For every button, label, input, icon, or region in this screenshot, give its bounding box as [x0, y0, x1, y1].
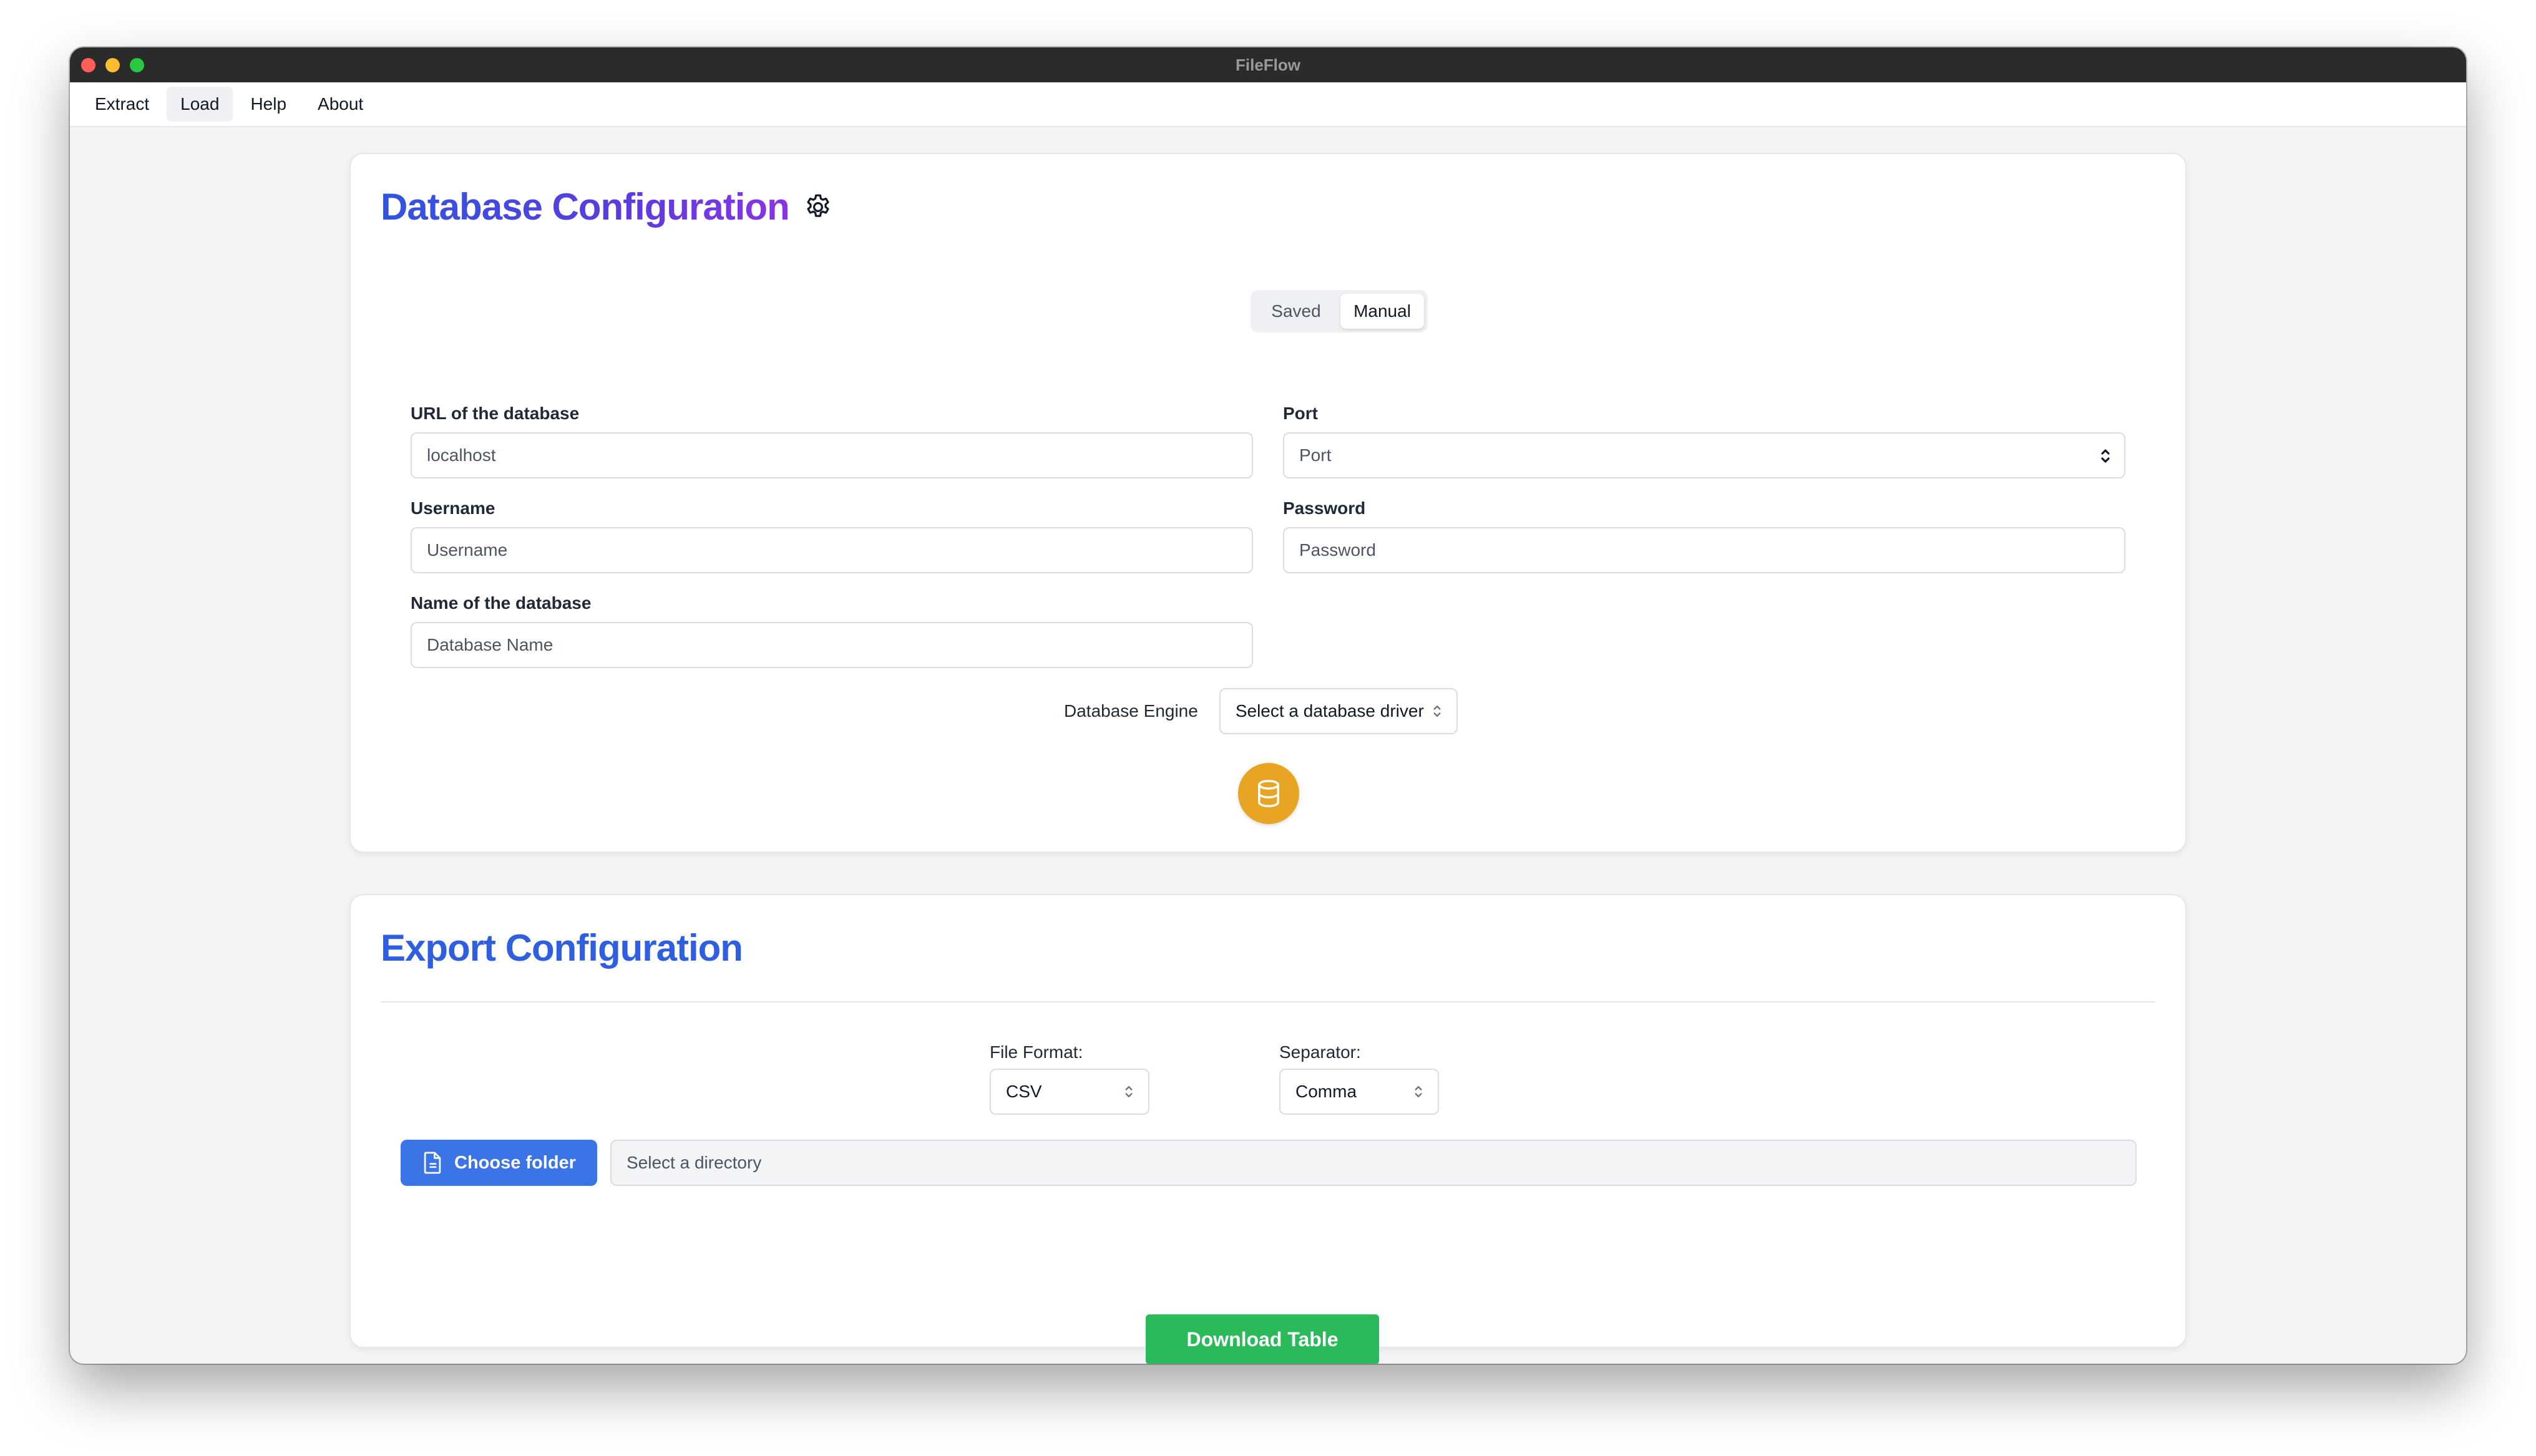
- number-spinner-icon[interactable]: [2100, 446, 2110, 466]
- file-format-select[interactable]: CSV: [990, 1069, 1149, 1115]
- download-table-button[interactable]: Download Table: [1146, 1314, 1379, 1364]
- file-format-value: CSV: [1006, 1082, 1042, 1101]
- choose-folder-label: Choose folder: [454, 1152, 576, 1173]
- url-label: URL of the database: [411, 404, 580, 423]
- export-config-header: Export Configuration: [381, 926, 743, 969]
- dbname-field-group: Name of the database Database Name: [411, 593, 1253, 668]
- window-title: FileFlow: [1236, 55, 1300, 74]
- separator-select[interactable]: Comma: [1279, 1069, 1439, 1115]
- close-window-button[interactable]: [81, 58, 95, 72]
- toggle-manual[interactable]: Manual: [1340, 294, 1424, 329]
- menu-item-load[interactable]: Load: [167, 87, 233, 122]
- dbname-input[interactable]: Database Name: [411, 622, 1253, 668]
- database-icon: [1258, 780, 1279, 807]
- url-input[interactable]: localhost: [411, 432, 1253, 478]
- choose-folder-button[interactable]: Choose folder: [401, 1140, 597, 1186]
- traffic-lights: [81, 58, 144, 72]
- database-config-title: Database Configuration: [381, 186, 790, 228]
- database-configuration-card: Database Configuration Saved Manual URL …: [349, 153, 2187, 853]
- username-field-group: Username Username: [411, 498, 1253, 573]
- connect-database-button[interactable]: [1238, 763, 1299, 824]
- password-input[interactable]: Password: [1283, 527, 2125, 573]
- menu-item-about[interactable]: About: [304, 87, 377, 122]
- file-format-label: File Format:: [990, 1042, 1083, 1062]
- chevron-updown-icon: [1415, 1086, 1422, 1097]
- menu-item-help[interactable]: Help: [237, 87, 300, 122]
- directory-input[interactable]: Select a directory: [610, 1140, 2137, 1186]
- file-format-group: File Format: CSV: [990, 1042, 1149, 1115]
- separator-value: Comma: [1295, 1082, 1357, 1101]
- export-config-title: Export Configuration: [381, 927, 743, 969]
- chevron-updown-icon: [1433, 706, 1441, 717]
- port-field-group: Port Port: [1283, 404, 2125, 478]
- port-input[interactable]: Port: [1283, 432, 2125, 478]
- zoom-window-button[interactable]: [130, 58, 144, 72]
- menu-item-extract[interactable]: Extract: [81, 87, 163, 122]
- password-field-group: Password Password: [1283, 498, 2125, 573]
- export-divider: [381, 1001, 2155, 1002]
- username-input[interactable]: Username: [411, 527, 1253, 573]
- separator-label: Separator:: [1279, 1042, 1361, 1062]
- username-label: Username: [411, 498, 495, 518]
- database-engine-label: Database Engine: [1064, 701, 1198, 721]
- database-engine-select[interactable]: Select a database driver: [1219, 688, 1458, 734]
- connection-mode-toggle: Saved Manual: [1251, 290, 1428, 332]
- url-field-group: URL of the database localhost: [411, 404, 1253, 478]
- database-config-header: Database Configuration: [381, 185, 833, 228]
- port-label: Port: [1283, 404, 1318, 423]
- chevron-updown-icon: [1125, 1086, 1133, 1097]
- port-placeholder: Port: [1299, 445, 1332, 465]
- menu-bar: Extract Load Help About: [70, 82, 2466, 127]
- gear-icon[interactable]: [803, 192, 833, 222]
- file-icon: [424, 1152, 441, 1174]
- dbname-label: Name of the database: [411, 593, 592, 613]
- title-bar: FileFlow: [70, 47, 2466, 82]
- toggle-saved[interactable]: Saved: [1254, 294, 1338, 329]
- separator-group: Separator: Comma: [1279, 1042, 1439, 1115]
- password-label: Password: [1283, 498, 1366, 518]
- database-engine-row: Database Engine Select a database driver: [1064, 688, 1458, 734]
- app-window: FileFlow Extract Load Help About Databas…: [70, 47, 2466, 1364]
- database-engine-value: Select a database driver: [1235, 701, 1424, 721]
- minimize-window-button[interactable]: [105, 58, 120, 72]
- export-configuration-card: Export Configuration File Format: CSV Se…: [349, 894, 2187, 1364]
